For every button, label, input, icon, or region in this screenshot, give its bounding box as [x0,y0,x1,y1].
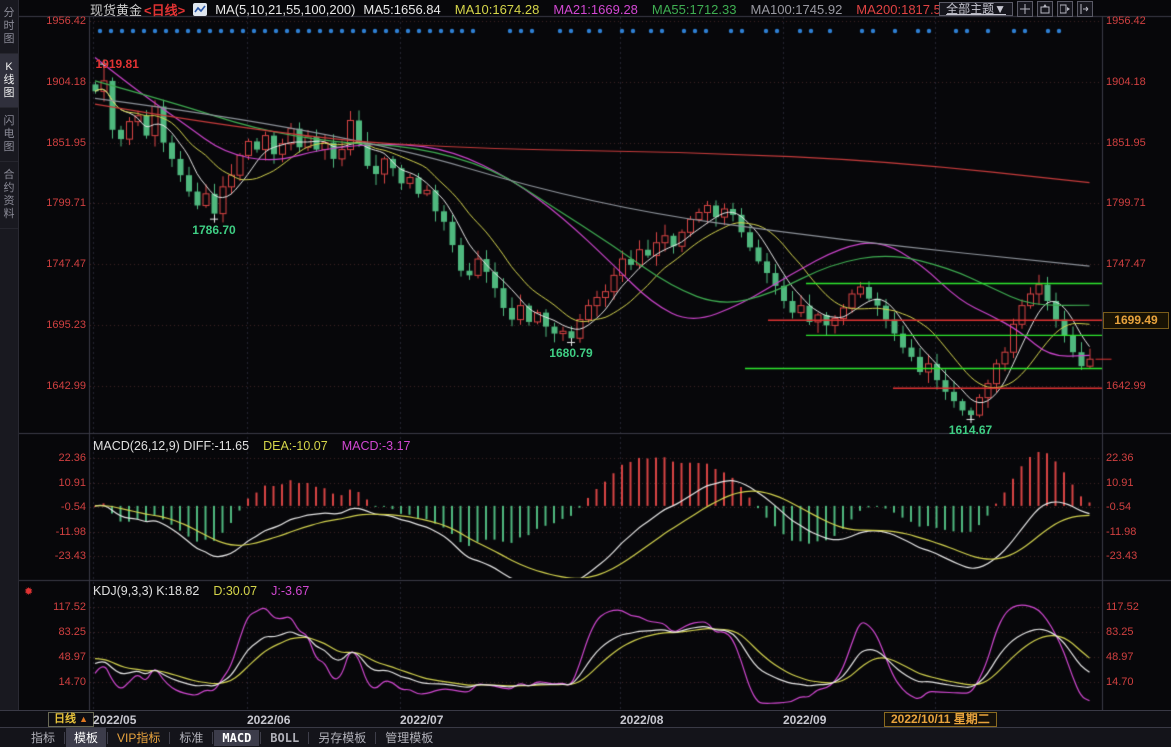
date-tick-label: 2022/06 [247,713,290,727]
ma-value: MA100:1745.92 [751,2,843,17]
chart-header: 现货黄金 <日线> MA(5,10,21,55,100,200) MA5:165… [90,1,948,17]
trading-app-window: 现货黄金 <日线> MA(5,10,21,55,100,200) MA5:165… [0,0,1171,747]
period-title: <日线> [144,0,185,19]
date-tick-label: 2022/08 [620,713,663,727]
expand-vertical-icon[interactable] [1037,1,1053,17]
ma-value: MA55:1712.33 [652,2,737,17]
triangle-up-icon: ▲ [79,714,88,724]
bottom-tab-管理模板[interactable]: 管理模板 [377,728,441,747]
date-tick-label: 2022/07 [400,713,443,727]
bottom-tab-标准[interactable]: 标准 [171,728,211,747]
macd-header-value: MACD:-3.17 [342,439,411,453]
macd-axis-tick: 10.91 [1106,477,1170,489]
price-annotation: 1680.79 [539,346,603,360]
main-axis-tick: 1695.23 [22,319,86,331]
chart-type-icon[interactable] [193,3,207,16]
date-tick-label: 2022/05 [93,713,136,727]
macd-axis-tick: -23.43 [22,550,86,562]
kdj-axis-tick: 14.70 [22,676,86,688]
macd-axis-tick: -0.54 [1106,501,1170,513]
kdj-header-value: KDJ(9,3,3) K:18.82 [93,584,199,598]
bottom-tab-指标[interactable]: 指标 [23,728,63,747]
main-axis-tick: 1799.71 [22,197,86,209]
period-label: 日线 [54,713,76,725]
macd-axis-tick: -11.98 [22,526,86,538]
sidebar-tab-闪电图[interactable]: 闪电图 [0,108,18,162]
left-sidebar: 分时图K线图闪电图合约资料 [0,0,19,747]
macd-axis-tick: -23.43 [1106,550,1170,562]
kdj-axis-tick: 14.70 [1106,676,1170,688]
main-axis-tick: 1642.99 [1106,380,1170,392]
ma-values: MA5:1656.84 MA10:1674.28 MA21:1669.28 MA55:… [363,2,948,17]
macd-axis-tick: -11.98 [1106,526,1170,538]
macd-header-value: MACD(26,12,9) DIFF:-11.65 [93,439,249,453]
date-axis-bar: 日线 ▲ 2022/10/11 星期二 2022/05 2022/06 2022/0… [0,710,1171,728]
main-axis-tick: 1904.18 [22,76,86,88]
tab-separator [260,732,261,744]
ma-value: MA10:1674.28 [455,2,540,17]
tab-separator [107,732,108,744]
expand-horizontal-icon[interactable] [1057,1,1073,17]
kdj-header-value: D:30.07 [213,584,257,598]
macd-axis-tick: 22.36 [1106,452,1170,464]
main-axis-tick: 1642.99 [22,380,86,392]
tab-separator [212,732,213,744]
main-axis-tick: 1747.47 [22,258,86,270]
kdj-axis-tick: 48.97 [22,651,86,663]
bottom-tab-模板[interactable]: 模板 [66,728,106,747]
bottom-tab-另存模板[interactable]: 另存模板 [310,728,374,747]
crosshair-icon[interactable] [1017,1,1033,17]
price-annotation: 1919.81 [96,57,160,71]
current-date-badge: 2022/10/11 星期二 [884,712,997,727]
kdj-axis-tick: 83.25 [22,626,86,638]
collapse-pane-icon[interactable] [1077,1,1093,17]
tab-separator [375,732,376,744]
sidebar-tab-合约资料[interactable]: 合约资料 [0,162,18,229]
macd-axis-tick: -0.54 [22,501,86,513]
kdj-header-value: J:-3.67 [271,584,309,598]
main-axis-tick: 1851.95 [22,137,86,149]
ma-value: MA21:1669.28 [553,2,638,17]
macd-header-value: DEA:-10.07 [263,439,328,453]
macd-axis-tick: 10.91 [22,477,86,489]
ma-params-label: MA(5,10,21,55,100,200) [215,2,355,17]
current-price-badge: 1699.49 [1103,312,1169,329]
main-axis-tick: 1904.18 [1106,76,1170,88]
tab-separator [308,732,309,744]
bottom-tab-MACD[interactable]: MACD [214,730,259,746]
bottom-tab-BOLL[interactable]: BOLL [262,730,307,746]
date-tick-label: 2022/09 [783,713,826,727]
kdj-axis-tick: 117.52 [1106,601,1170,613]
macd-axis-tick: 22.36 [22,452,86,464]
sidebar-tab-K线图[interactable]: K线图 [0,54,18,108]
ma-value: MA5:1656.84 [363,2,440,17]
sidebar-tab-分时图[interactable]: 分时图 [0,0,18,54]
main-axis-tick: 1956.42 [1106,15,1170,27]
header-toolbar: 全部主题▼ [939,1,1093,16]
ma-value: MA200:1817.57 [856,2,948,17]
main-axis-tick: 1799.71 [1106,197,1170,209]
tab-separator [64,732,65,744]
main-axis-tick: 1851.95 [1106,137,1170,149]
tab-separator [169,732,170,744]
kdj-pane-header: KDJ(9,3,3) K:18.82 D:30.07 J:-3.67 [93,584,309,598]
main-axis-tick: 1747.47 [1106,258,1170,270]
main-axis-tick: 1956.42 [22,15,86,27]
chart-canvas[interactable] [0,0,1171,747]
kdj-axis-tick: 117.52 [22,601,86,613]
price-annotation: 1786.70 [182,223,246,237]
theme-select-button[interactable]: 全部主题▼ [939,2,1013,16]
macd-pane-header: MACD(26,12,9) DIFF:-11.65 DEA:-10.07 MACD:… [93,439,410,453]
bottom-tab-bar: 指标模板VIP指标标准MACDBOLL另存模板管理模板 [0,728,1171,747]
symbol-title: 现货黄金 [90,0,142,19]
indicator-settings-icon[interactable]: ✹ [24,585,33,598]
period-selector[interactable]: 日线 ▲ [48,712,94,727]
kdj-axis-tick: 83.25 [1106,626,1170,638]
kdj-axis-tick: 48.97 [1106,651,1170,663]
bottom-tab-VIP指标[interactable]: VIP指标 [109,728,168,747]
price-annotation: 1614.67 [939,423,1003,437]
